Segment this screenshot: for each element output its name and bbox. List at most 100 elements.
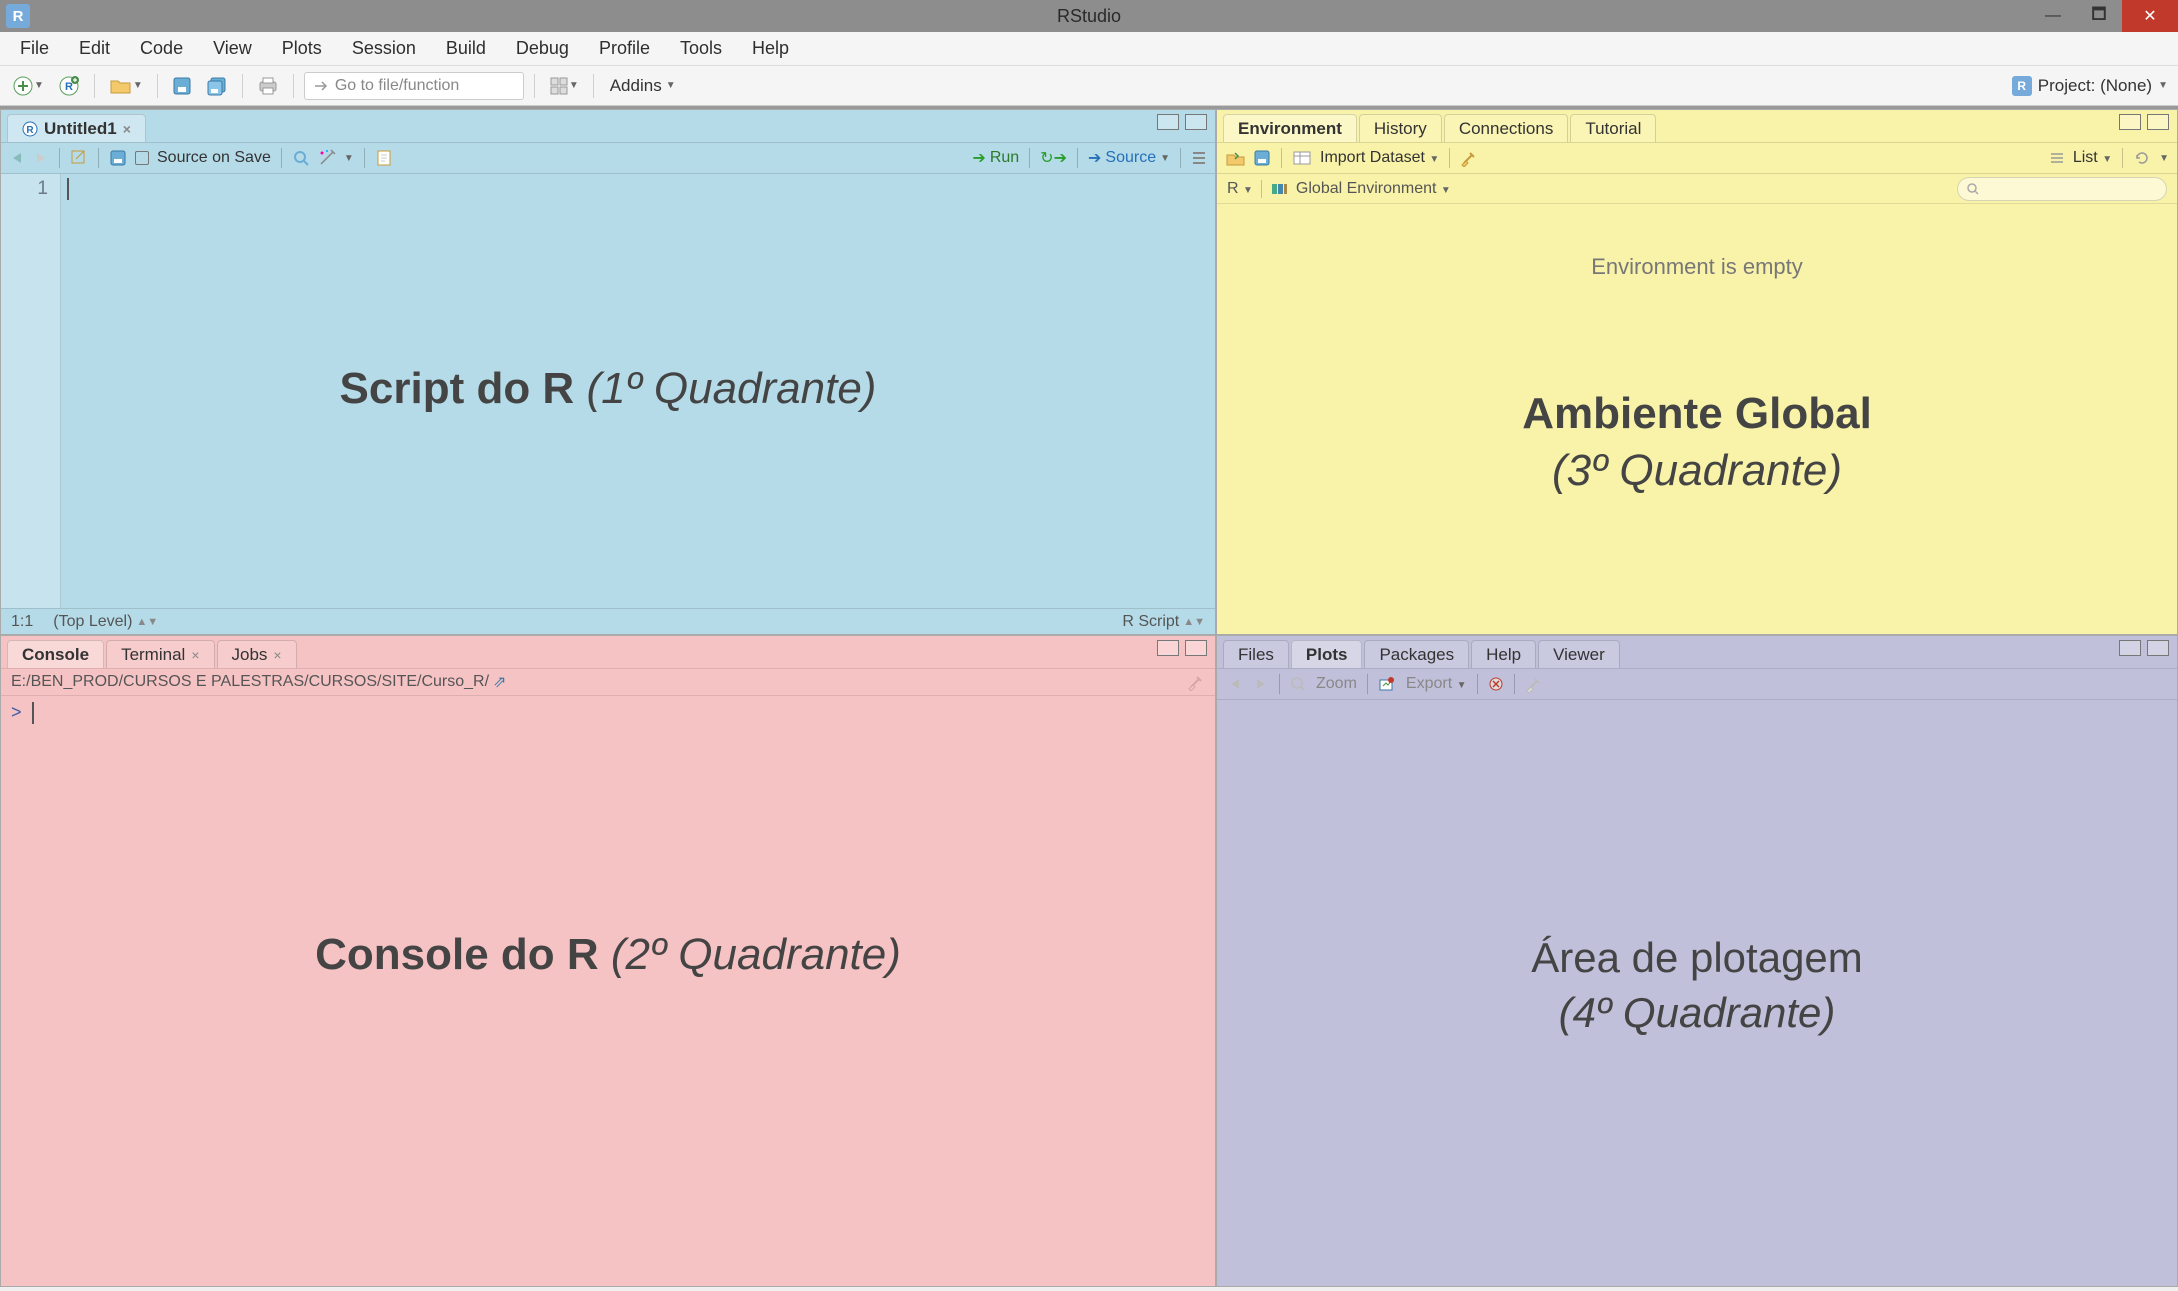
source-toolbar: Source on Save ▼ ➔Run ↻➔ ➔Source▼	[1, 142, 1215, 174]
maximize-pane-button[interactable]	[2147, 114, 2169, 130]
environment-scope[interactable]: Global Environment ▼	[1296, 180, 1451, 198]
close-icon[interactable]: ×	[123, 121, 131, 137]
goto-placeholder: Go to file/function	[335, 77, 460, 95]
new-file-button[interactable]: ▼	[8, 72, 48, 100]
tab-history[interactable]: History	[1359, 114, 1442, 142]
tab-packages[interactable]: Packages	[1364, 640, 1469, 668]
menu-profile[interactable]: Profile	[587, 34, 662, 63]
save-all-icon	[206, 76, 228, 96]
plots-tabs: Files Plots Packages Help Viewer	[1217, 636, 2177, 668]
goto-file-input[interactable]: Go to file/function	[304, 72, 524, 100]
workspace-panes-button[interactable]: ▼	[545, 72, 583, 100]
broom-icon[interactable]	[1525, 675, 1543, 693]
menu-debug[interactable]: Debug	[504, 34, 581, 63]
language-selector[interactable]: R Script ▲▼	[1122, 613, 1205, 631]
minimize-button[interactable]: —	[2030, 0, 2076, 32]
tab-untitled1[interactable]: R Untitled1 ×	[7, 114, 146, 142]
menu-session[interactable]: Session	[340, 34, 428, 63]
tab-plots[interactable]: Plots	[1291, 640, 1363, 668]
export-icon	[1378, 676, 1396, 692]
tab-help[interactable]: Help	[1471, 640, 1536, 668]
forward-icon[interactable]	[33, 151, 49, 165]
menu-plots[interactable]: Plots	[270, 34, 334, 63]
minimize-pane-button[interactable]	[2119, 114, 2141, 130]
export-button[interactable]: Export ▼	[1406, 675, 1467, 693]
source-tabs: R Untitled1 ×	[1, 110, 1215, 142]
tab-terminal[interactable]: Terminal×	[106, 640, 214, 668]
language-scope[interactable]: R ▼	[1227, 180, 1253, 198]
back-icon[interactable]	[9, 151, 25, 165]
tab-files[interactable]: Files	[1223, 640, 1289, 668]
project-menu[interactable]: R Project: (None)▼	[2012, 76, 2168, 96]
menu-code[interactable]: Code	[128, 34, 195, 63]
tab-viewer[interactable]: Viewer	[1538, 640, 1620, 668]
load-workspace-icon[interactable]	[1225, 149, 1245, 167]
annotation-q3: Ambiente Global (3º Quadrante)	[1217, 385, 2177, 499]
source-button[interactable]: ➔Source▼	[1088, 148, 1170, 168]
minimize-pane-button[interactable]	[1157, 640, 1179, 656]
save-icon[interactable]	[109, 149, 127, 167]
rerun-button[interactable]: ↻➔	[1040, 148, 1067, 168]
tab-environment[interactable]: Environment	[1223, 114, 1357, 142]
source-pane: R Untitled1 × Source on Save ▼ ➔R	[0, 109, 1216, 635]
plots-pane: Files Plots Packages Help Viewer Zoom Ex…	[1216, 635, 2178, 1287]
open-file-button[interactable]: ▼	[105, 72, 147, 100]
source-on-save-checkbox[interactable]	[135, 151, 149, 165]
console-input[interactable]: >	[1, 696, 1215, 1286]
app-icon: R	[6, 4, 30, 28]
close-icon[interactable]: ×	[191, 647, 199, 663]
zoom-button[interactable]: Zoom	[1316, 675, 1357, 693]
next-plot-icon[interactable]	[1253, 677, 1269, 691]
close-icon[interactable]: ×	[273, 647, 281, 663]
broom-icon[interactable]	[1460, 149, 1478, 167]
cursor	[67, 178, 69, 200]
close-button[interactable]: ✕	[2122, 0, 2178, 32]
r-project-icon: R	[2012, 76, 2032, 96]
refresh-icon[interactable]	[2133, 149, 2151, 167]
grid-icon	[549, 76, 569, 96]
addins-menu[interactable]: Addins▼	[604, 76, 682, 96]
tab-connections[interactable]: Connections	[1444, 114, 1569, 142]
tab-console[interactable]: Console	[7, 640, 104, 668]
maximize-pane-button[interactable]	[1185, 114, 1207, 130]
menubar: File Edit Code View Plots Session Build …	[0, 32, 2178, 66]
menu-build[interactable]: Build	[434, 34, 498, 63]
wand-icon[interactable]	[318, 149, 336, 167]
minimize-pane-button[interactable]	[2119, 640, 2141, 656]
import-dataset-button[interactable]: Import Dataset ▼	[1320, 149, 1439, 167]
view-mode-button[interactable]: List ▼	[2073, 149, 2112, 167]
tab-jobs[interactable]: Jobs×	[217, 640, 297, 668]
save-icon	[172, 76, 192, 96]
outline-icon[interactable]	[1191, 150, 1207, 166]
minimize-pane-button[interactable]	[1157, 114, 1179, 130]
plots-toolbar: Zoom Export ▼	[1217, 668, 2177, 700]
menu-help[interactable]: Help	[740, 34, 801, 63]
print-button[interactable]	[253, 72, 283, 100]
maximize-button[interactable]: 🗖	[2076, 0, 2122, 32]
save-workspace-icon[interactable]	[1253, 149, 1271, 167]
menu-file[interactable]: File	[8, 34, 61, 63]
arrow-right-icon	[313, 78, 329, 94]
main-toolbar: ▼ R ▼ Go to file/function ▼ Addins▼ R Pr…	[0, 66, 2178, 106]
broom-icon[interactable]	[1187, 673, 1205, 691]
prev-plot-icon[interactable]	[1227, 677, 1243, 691]
show-in-new-window-icon[interactable]	[70, 149, 88, 167]
search-icon	[1966, 182, 1980, 196]
maximize-pane-button[interactable]	[1185, 640, 1207, 656]
menu-view[interactable]: View	[201, 34, 264, 63]
scope-selector[interactable]: (Top Level) ▲▼	[53, 613, 158, 631]
save-all-button[interactable]	[202, 72, 232, 100]
run-button[interactable]: ➔Run	[972, 148, 1019, 168]
maximize-pane-button[interactable]	[2147, 640, 2169, 656]
tab-tutorial[interactable]: Tutorial	[1570, 114, 1656, 142]
menu-edit[interactable]: Edit	[67, 34, 122, 63]
menu-tools[interactable]: Tools	[668, 34, 734, 63]
remove-plot-icon[interactable]	[1488, 676, 1504, 692]
save-button[interactable]	[168, 72, 196, 100]
console-pane: Console Terminal× Jobs× E:/BEN_PROD/CURS…	[0, 635, 1216, 1287]
env-search-input[interactable]	[1957, 177, 2167, 201]
search-icon[interactable]	[292, 149, 310, 167]
new-project-button[interactable]: R	[54, 72, 84, 100]
notebook-icon[interactable]	[375, 149, 393, 167]
environment-pane: Environment History Connections Tutorial…	[1216, 109, 2178, 635]
